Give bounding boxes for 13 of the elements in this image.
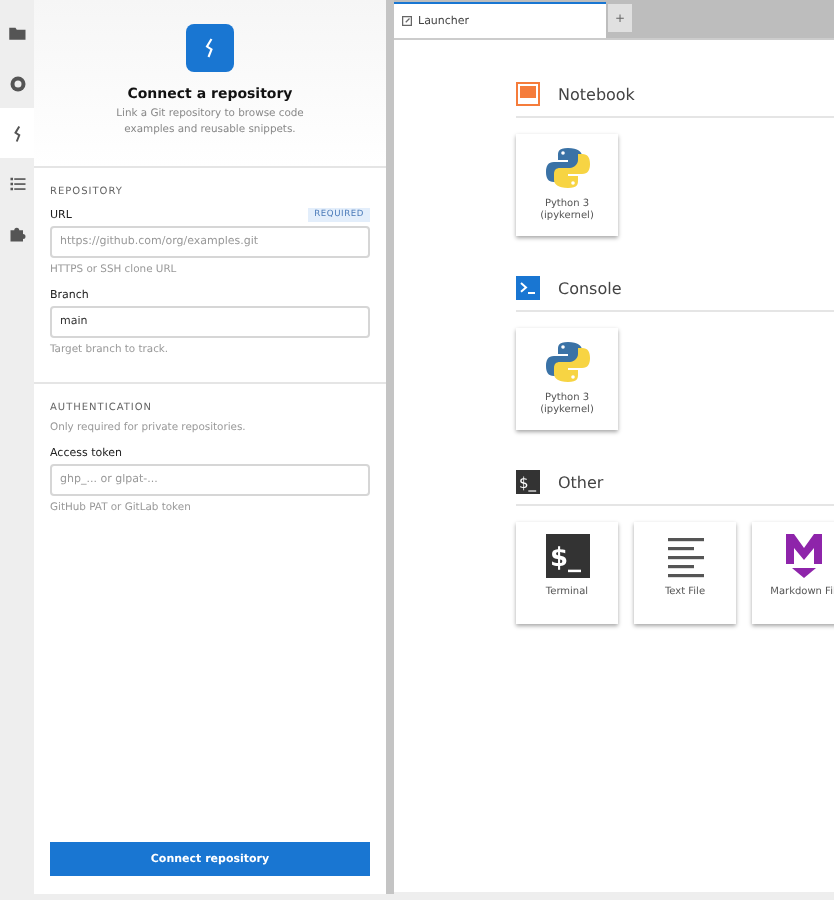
notebook-icon <box>516 82 540 106</box>
folder-icon <box>7 23 27 43</box>
section-title: Console <box>558 279 622 297</box>
section-title: Notebook <box>558 85 635 103</box>
puzzle-icon <box>7 223 27 243</box>
launcher-icon <box>402 16 412 26</box>
stop-circle-icon <box>7 73 27 93</box>
python-logo-icon <box>543 144 591 192</box>
terminal-icon: $_ <box>543 532 591 580</box>
section-title: Other <box>558 473 604 491</box>
list-icon <box>7 173 27 193</box>
console-icon <box>516 276 540 300</box>
python-logo-icon <box>543 338 591 386</box>
